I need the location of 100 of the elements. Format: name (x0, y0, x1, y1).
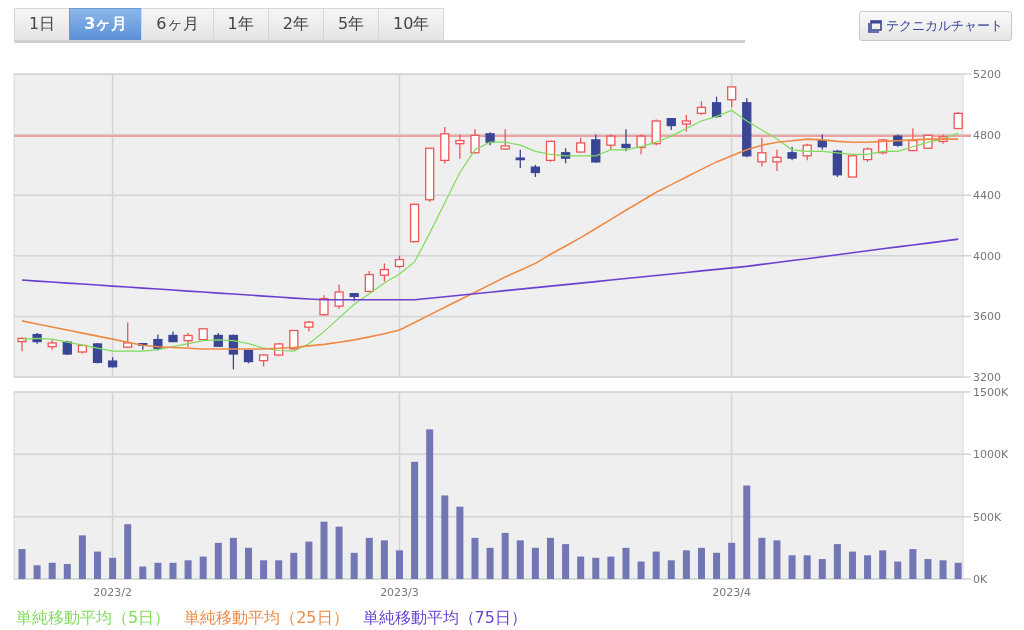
volume-bar (803, 555, 811, 579)
candlestick (893, 133, 903, 148)
volume-bar (365, 537, 373, 579)
period-tab[interactable]: 5年 (322, 8, 380, 40)
candlestick (243, 349, 254, 364)
candlestick (591, 133, 601, 164)
period-tab[interactable]: 1年 (212, 8, 269, 40)
candlestick (32, 332, 42, 345)
candlestick (515, 149, 525, 169)
candlestick (621, 128, 631, 152)
candlestick (681, 114, 692, 133)
candlestick (455, 133, 465, 160)
candlestick (576, 137, 586, 154)
candlestick (923, 133, 933, 150)
volume-bar (667, 560, 675, 579)
volume-bar (682, 550, 690, 579)
candlestick (394, 255, 405, 269)
volume-bar (245, 547, 252, 579)
candlestick (334, 283, 344, 310)
candlestick (772, 149, 782, 172)
candlestick (530, 164, 541, 178)
volume-bar (909, 549, 917, 579)
candlestick (289, 329, 299, 351)
candlestick (213, 332, 223, 348)
volume-bar (833, 544, 841, 579)
legend-label: 単純移動平均（75日） (362, 608, 527, 629)
volume-bar (773, 540, 781, 579)
volume-bar (652, 551, 660, 579)
window-icon (868, 19, 882, 33)
volume-bar (380, 540, 388, 579)
volume-bar (48, 562, 56, 579)
volume-bar (728, 542, 736, 579)
candlestick (379, 262, 390, 283)
candlestick (742, 97, 752, 158)
candlestick (304, 320, 314, 333)
candlestick (349, 292, 359, 302)
volume-bar (818, 559, 826, 579)
volume-bar (864, 555, 872, 579)
candlestick (666, 117, 676, 131)
volume-bar (758, 537, 766, 579)
volume-bar (592, 557, 600, 579)
technical-chart-button[interactable]: テクニカルチャート (859, 11, 1012, 41)
period-tab[interactable]: 1日 (14, 8, 71, 40)
volume-bar (924, 559, 932, 579)
candlestick (138, 342, 148, 351)
period-tab[interactable]: 6ヶ月 (141, 8, 214, 40)
volume-bar (501, 532, 509, 579)
volume-bar (788, 555, 796, 579)
axis-label: 4400 (973, 189, 1001, 203)
volume-bar (169, 562, 177, 579)
volume-bar (305, 541, 313, 579)
axis-label: 3200 (973, 371, 1001, 384)
axis-label: 2023/3 (380, 586, 419, 599)
volume-bar (124, 524, 132, 579)
axis-label: 5200 (973, 68, 1001, 81)
period-tab[interactable]: 10年 (378, 8, 445, 40)
volume-bar (109, 557, 117, 579)
candlestick (832, 149, 842, 178)
period-tab[interactable]: 2年 (267, 8, 324, 40)
candlestick (409, 203, 420, 243)
candlestick (560, 147, 571, 165)
volume-bar (350, 552, 358, 579)
volume-bar (139, 566, 147, 579)
candlestick (878, 138, 888, 155)
candlestick (77, 343, 88, 355)
volume-bar (94, 551, 101, 579)
volume-bar (290, 552, 298, 579)
volume-bar (531, 547, 539, 579)
volume-bar (396, 550, 403, 579)
volume-bar (879, 550, 887, 579)
volume-bar (229, 537, 237, 579)
axis-label: 0K (973, 573, 988, 586)
candlestick (817, 133, 827, 151)
volume-bar (154, 562, 162, 579)
candlestick (485, 131, 495, 146)
volume-bar (471, 537, 479, 579)
candlestick (274, 342, 284, 357)
volume-bar (713, 552, 721, 579)
candlestick (440, 126, 450, 165)
candlestick (425, 147, 435, 203)
candlestick (319, 294, 329, 317)
candlestick (787, 146, 797, 161)
candlestick (545, 140, 556, 163)
candlestick (711, 96, 722, 119)
candlestick (802, 143, 812, 161)
candlestick (47, 339, 57, 351)
volume-bar (335, 526, 343, 579)
candlestick (183, 332, 193, 348)
volume-bar (939, 560, 947, 579)
candlestick (228, 333, 239, 371)
candlestick (92, 342, 103, 364)
candlestick (198, 327, 208, 342)
volume-bar (260, 560, 268, 579)
candlestick (364, 270, 374, 293)
candlestick (168, 330, 178, 343)
candlestick (500, 128, 510, 151)
candlestick (696, 100, 707, 116)
volume-bar (78, 535, 86, 579)
volume-bar (607, 556, 615, 579)
candlestick (938, 133, 948, 145)
